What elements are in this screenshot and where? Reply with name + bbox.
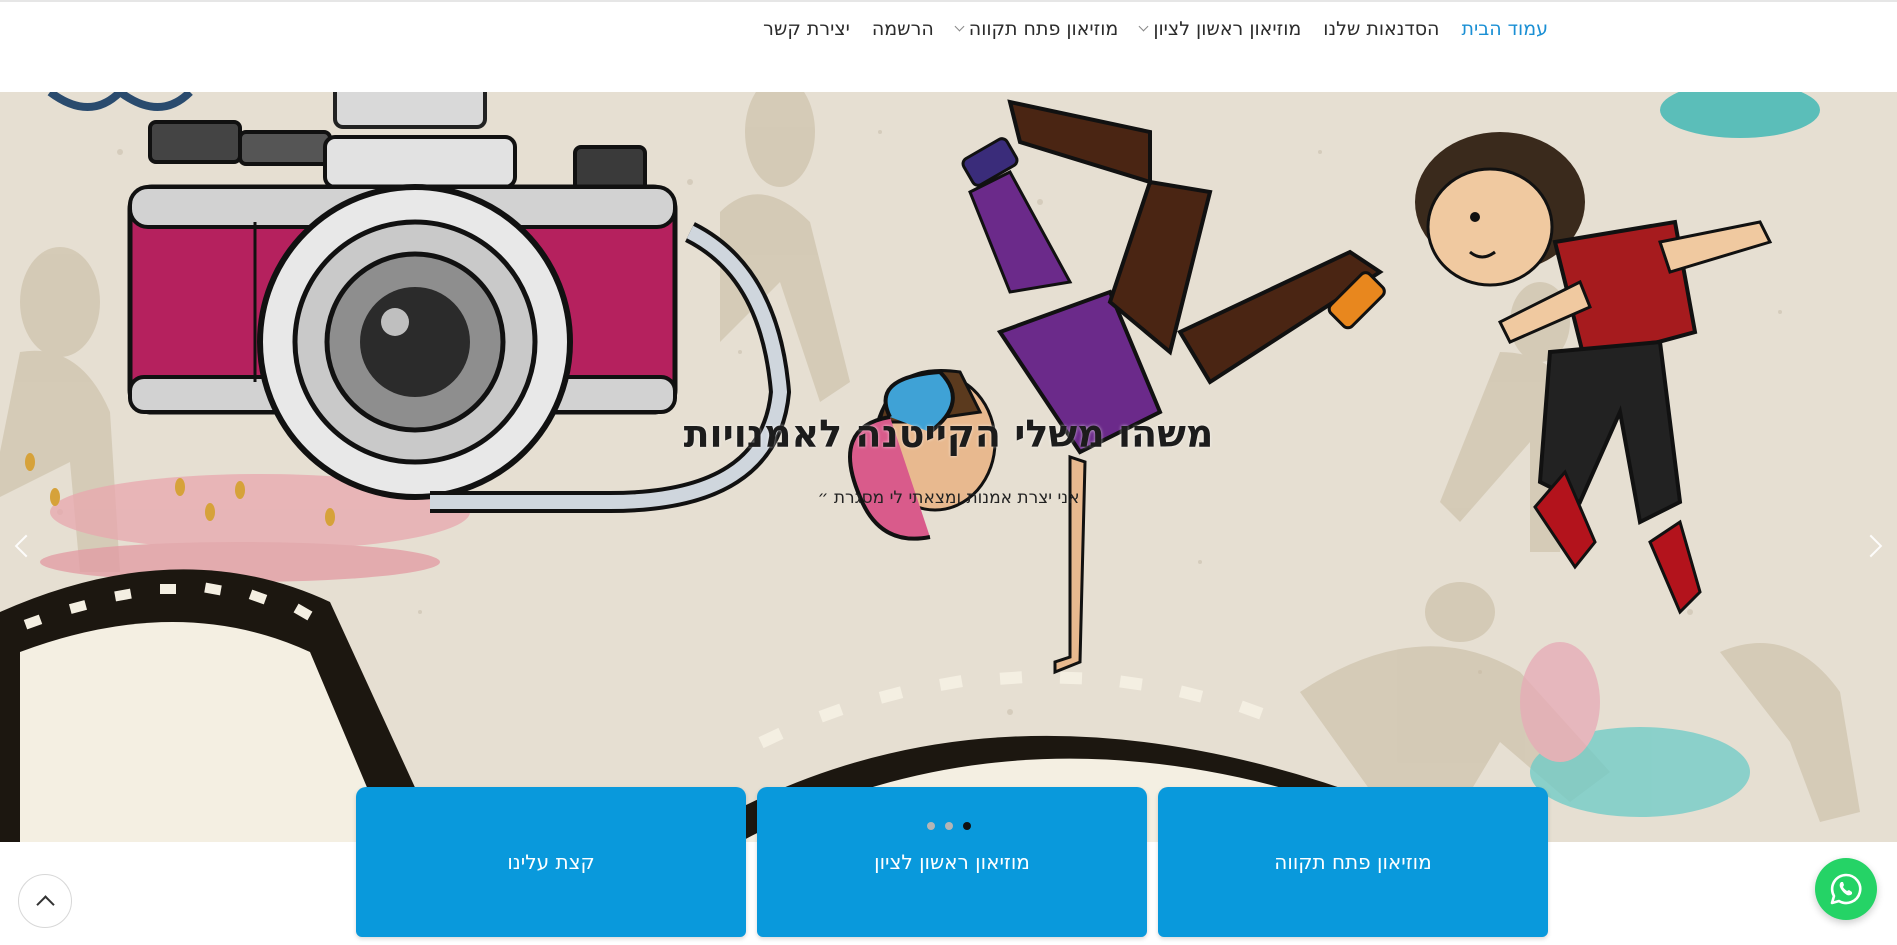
feature-box-label: מוזיאון ראשון לציון [874, 850, 1030, 874]
hero-subtitle: אני יצרת אמנות ומצאתי לי מסגרת ״ [817, 488, 1080, 508]
nav-item-rishon-museum[interactable]: מוזיאון ראשון לציון [1138, 14, 1302, 44]
whatsapp-button[interactable] [1815, 858, 1877, 920]
whatsapp-icon [1830, 873, 1862, 905]
hero-illustration [0, 92, 1897, 842]
nav-item-workshops[interactable]: הסדנאות שלנו [1323, 14, 1439, 44]
slider-dot-3[interactable] [963, 822, 971, 830]
nav-item-contact[interactable]: יצירת קשר [763, 14, 850, 44]
nav-item-label: יצירת קשר [763, 18, 850, 40]
slider-dots [927, 822, 971, 830]
chevron-down-icon [954, 21, 965, 32]
nav-item-registration[interactable]: הרשמה [872, 14, 934, 44]
nav-item-label: מוזיאון ראשון לציון [1153, 18, 1302, 40]
slider-dot-2[interactable] [945, 822, 953, 830]
slider-dot-1[interactable] [927, 822, 935, 830]
nav-item-label: הסדנאות שלנו [1323, 18, 1440, 40]
nav-item-label: עמוד הבית [1461, 18, 1548, 40]
chevron-up-icon [35, 895, 55, 914]
feature-box-label: קצת עלינו [507, 850, 595, 874]
feature-box-rishon-museum[interactable]: מוזיאון ראשון לציון [757, 787, 1147, 937]
nav-item-label: הרשמה [871, 18, 934, 40]
hero-slider: משהו משלי הקייטנה לאמנויות אני יצרת אמנו… [0, 92, 1897, 842]
feature-boxes: קצת עלינו מוזיאון ראשון לציון מוזיאון פת… [356, 787, 1548, 937]
feature-box-label: מוזיאון פתח תקווה [1274, 850, 1432, 874]
scroll-to-top-button[interactable] [18, 874, 72, 928]
main-nav: עמוד הבית הסדנאות שלנו מוזיאון ראשון לצי… [763, 14, 1548, 44]
nav-item-home[interactable]: עמוד הבית [1461, 14, 1548, 44]
chevron-down-icon [1138, 21, 1149, 32]
site-header: עמוד הבית הסדנאות שלנו מוזיאון ראשון לצי… [0, 2, 1897, 92]
nav-item-petah-tikva-museum[interactable]: מוזיאון פתח תקווה [954, 14, 1119, 44]
nav-item-label: מוזיאון פתח תקווה [968, 18, 1119, 40]
feature-box-about[interactable]: קצת עלינו [356, 787, 746, 937]
feature-box-petah-tikva-museum[interactable]: מוזיאון פתח תקווה [1158, 787, 1548, 937]
hero-title: משהו משלי הקייטנה לאמנויות [683, 412, 1214, 456]
